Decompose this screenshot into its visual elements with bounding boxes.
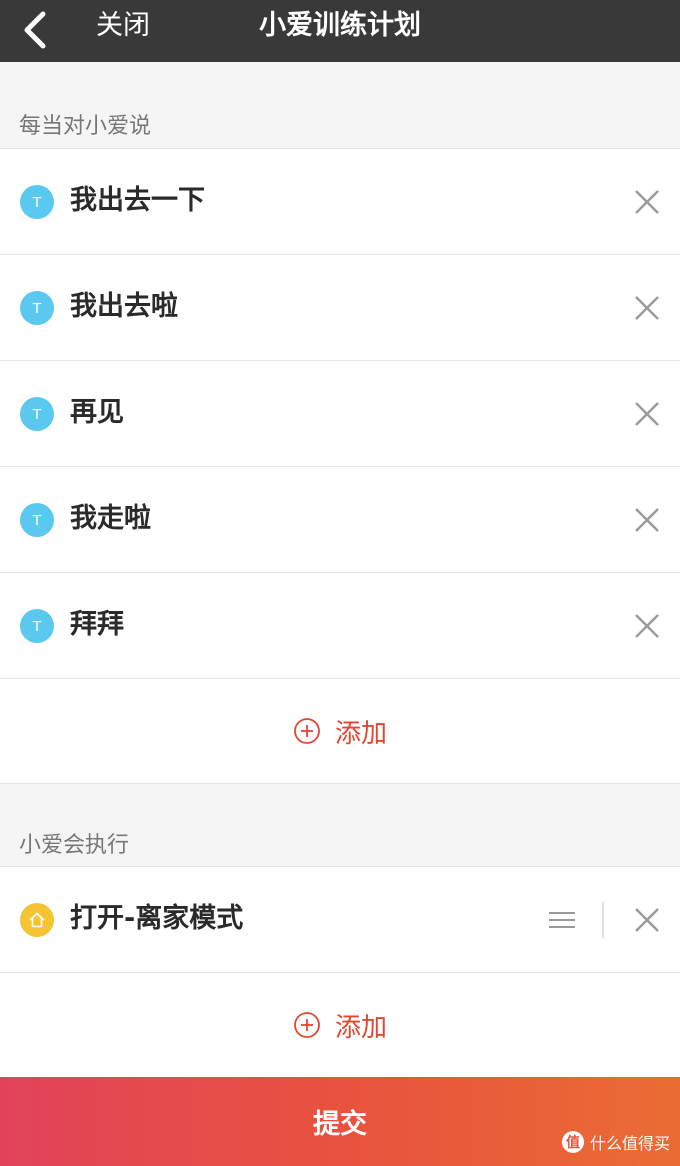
drag-handle-icon[interactable] xyxy=(548,910,576,930)
add-label: 添加 xyxy=(334,1012,387,1043)
delete-icon[interactable] xyxy=(632,293,662,323)
text-badge-icon: T xyxy=(20,503,54,537)
add-trigger-button[interactable]: 添加 xyxy=(0,679,680,783)
watermark-logo-icon: 值 xyxy=(561,1131,584,1153)
add-action-button[interactable]: 添加 xyxy=(0,973,680,1077)
add-label: 添加 xyxy=(334,718,387,749)
trigger-phrase: 拜拜 xyxy=(70,609,124,640)
home-icon xyxy=(20,903,54,937)
list-item[interactable]: 打开-离家模式 xyxy=(0,867,680,973)
list-item[interactable]: T 我出去啦 xyxy=(0,255,680,361)
trigger-list: T 我出去一下 T 我出去啦 T 再见 T 我走啦 T 拜拜 添加 xyxy=(0,148,680,784)
action-section-label: 小爱会执行 xyxy=(19,833,130,858)
text-badge-icon: T xyxy=(20,185,54,219)
list-item[interactable]: T 我出去一下 xyxy=(0,149,680,255)
text-badge-icon: T xyxy=(20,291,54,325)
nav-bar: 关闭 小爱训练计划 xyxy=(0,0,680,62)
delete-icon[interactable] xyxy=(632,905,662,935)
watermark-text: 什么值得买 xyxy=(589,1134,670,1153)
trigger-phrase: 我出去一下 xyxy=(70,185,205,216)
trigger-phrase: 再见 xyxy=(70,397,124,428)
text-badge-icon: T xyxy=(20,609,54,643)
divider xyxy=(602,902,604,938)
delete-icon[interactable] xyxy=(632,505,662,535)
plus-circle-icon xyxy=(294,718,320,744)
action-text: 打开-离家模式 xyxy=(70,903,244,934)
text-badge-icon: T xyxy=(20,397,54,431)
plus-circle-icon xyxy=(294,1012,320,1038)
list-item[interactable]: T 拜拜 xyxy=(0,573,680,679)
watermark: 值 什么值得买 xyxy=(561,1128,670,1156)
submit-label: 提交 xyxy=(313,1109,367,1140)
delete-icon[interactable] xyxy=(632,187,662,217)
delete-icon[interactable] xyxy=(632,611,662,641)
trigger-section-label: 每当对小爱说 xyxy=(19,114,152,139)
trigger-phrase: 我走啦 xyxy=(70,503,151,534)
delete-icon[interactable] xyxy=(632,399,662,429)
action-list: 打开-离家模式 添加 xyxy=(0,866,680,1078)
list-item[interactable]: T 我走啦 xyxy=(0,467,680,573)
list-item[interactable]: T 再见 xyxy=(0,361,680,467)
trigger-phrase: 我出去啦 xyxy=(70,291,178,322)
page-title: 小爱训练计划 xyxy=(259,10,421,41)
